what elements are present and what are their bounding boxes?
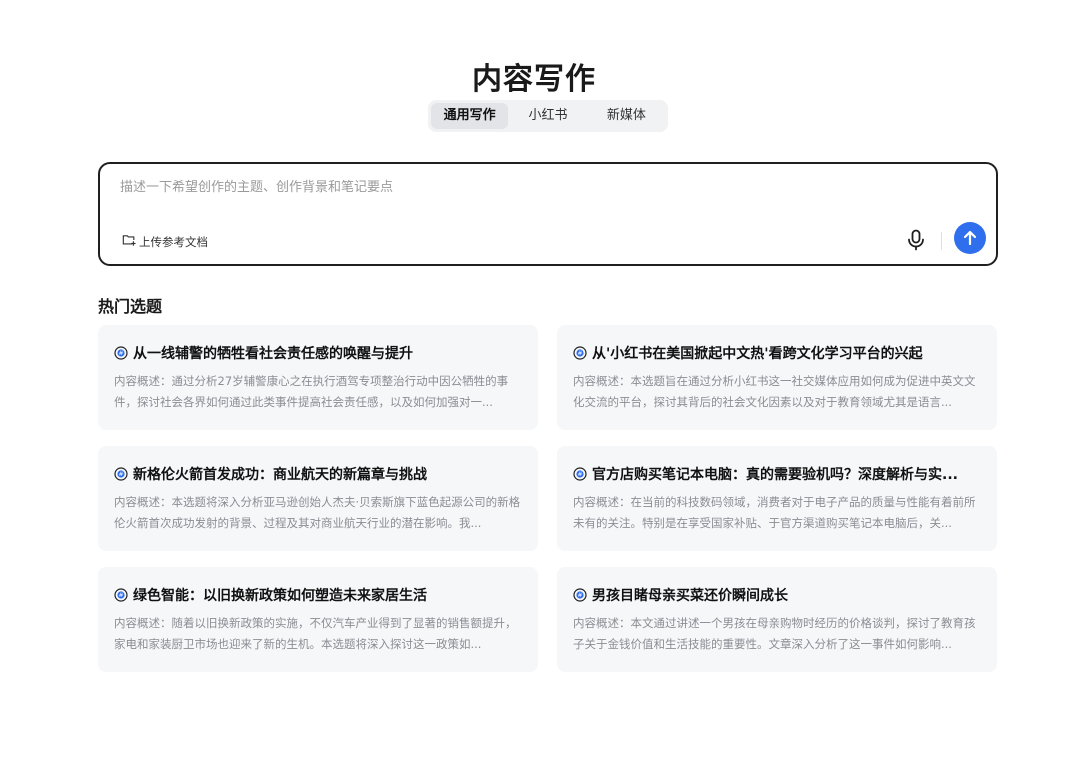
- topic-card[interactable]: # 从一线辅警的牺牲看社会责任感的唤醒与提升 内容概述：通过分析27岁辅警康心之…: [98, 325, 538, 430]
- topic-title: 官方店购买笔记本电脑：真的需要验机吗？深度解析与实...: [592, 467, 958, 483]
- upload-document-button[interactable]: 上传参考文档: [122, 233, 208, 250]
- svg-text:#: #: [577, 350, 582, 357]
- topic-description: 内容概述：在当前的科技数码领域，消费者对于电子产品的质量与性能有着前所未有的关注…: [573, 495, 976, 530]
- tab-general-writing[interactable]: 通用写作: [431, 103, 509, 129]
- hashtag-icon: #: [114, 346, 128, 360]
- svg-text:#: #: [118, 471, 123, 478]
- topic-card[interactable]: # 官方店购买笔记本电脑：真的需要验机吗？深度解析与实... 内容概述：在当前的…: [557, 446, 997, 551]
- voice-input-button[interactable]: [904, 228, 928, 252]
- topic-card[interactable]: # 从'小红书在美国掀起中文热'看跨文化学习平台的兴起 内容概述：本选题旨在通过…: [557, 325, 997, 430]
- hashtag-icon: #: [573, 467, 587, 481]
- writing-mode-tabs: 通用写作 小红书 新媒体: [428, 100, 668, 132]
- topic-card[interactable]: # 新格伦火箭首发成功：商业航天的新篇章与挑战 内容概述：本选题将深入分析亚马逊…: [98, 446, 538, 551]
- topic-card[interactable]: # 男孩目睹母亲买菜还价瞬间成长 内容概述：本文通过讲述一个男孩在母亲购物时经历…: [557, 567, 997, 672]
- tab-xiaohongshu[interactable]: 小红书: [508, 103, 587, 129]
- page-title: 内容写作: [472, 62, 596, 97]
- hashtag-icon: #: [114, 467, 128, 481]
- arrow-up-icon: [963, 230, 977, 246]
- hashtag-icon: #: [114, 588, 128, 602]
- upload-label: 上传参考文档: [139, 234, 208, 249]
- tab-new-media[interactable]: 新媒体: [588, 103, 665, 129]
- svg-text:#: #: [118, 350, 123, 357]
- topic-title: 从一线辅警的牺牲看社会责任感的唤醒与提升: [133, 346, 413, 362]
- topic-description: 内容概述：随着以旧换新政策的实施，不仅汽车产业得到了显著的销售额提升，家电和家装…: [114, 616, 517, 651]
- svg-text:#: #: [577, 592, 582, 599]
- topic-title: 从'小红书在美国掀起中文热'看跨文化学习平台的兴起: [592, 346, 923, 362]
- send-button[interactable]: [954, 222, 986, 254]
- toolbar-divider: [941, 232, 942, 250]
- topic-title: 绿色智能：以旧换新政策如何塑造未来家居生活: [133, 588, 427, 604]
- microphone-icon: [908, 229, 924, 251]
- hashtag-icon: #: [573, 588, 587, 602]
- topic-title: 新格伦火箭首发成功：商业航天的新篇章与挑战: [133, 467, 427, 483]
- topic-title: 男孩目睹母亲买菜还价瞬间成长: [592, 588, 788, 604]
- topic-description: 内容概述：本选题将深入分析亚马逊创始人杰夫·贝索斯旗下蓝色起源公司的新格伦火箭首…: [114, 495, 521, 530]
- composer-box: 上传参考文档: [98, 162, 998, 266]
- svg-text:#: #: [577, 471, 582, 478]
- svg-text:#: #: [118, 592, 123, 599]
- hot-topics-title: 热门选题: [98, 297, 163, 316]
- topic-input[interactable]: [120, 176, 970, 216]
- topic-description: 内容概述：通过分析27岁辅警康心之在执行酒驾专项整治行动中因公牺牲的事件，探讨社…: [114, 374, 509, 409]
- hashtag-icon: #: [573, 346, 587, 360]
- topic-card[interactable]: # 绿色智能：以旧换新政策如何塑造未来家居生活 内容概述：随着以旧换新政策的实施…: [98, 567, 538, 672]
- folder-upload-icon: [122, 233, 136, 250]
- topic-description: 内容概述：本文通过讲述一个男孩在母亲购物时经历的价格谈判，探讨了教育孩子关于金钱…: [573, 616, 976, 651]
- topic-description: 内容概述：本选题旨在通过分析小红书这一社交媒体应用如何成为促进中英文文化交流的平…: [573, 374, 976, 409]
